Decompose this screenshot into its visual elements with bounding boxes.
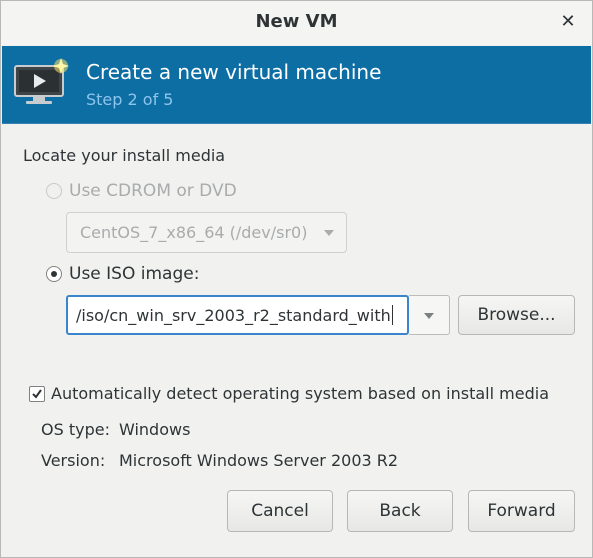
- cdrom-device-select[interactable]: CentOS_7_x86_64 (/dev/sr0): [66, 212, 347, 253]
- cdrom-option[interactable]: Use CDROM or DVD: [46, 181, 237, 201]
- window-title: New VM: [255, 11, 338, 32]
- os-version-value: Microsoft Windows Server 2003 R2: [119, 451, 399, 470]
- iso-history-dropdown-button[interactable]: [409, 295, 450, 335]
- cancel-button[interactable]: Cancel: [227, 490, 333, 532]
- cdrom-device-value: CentOS_7_x86_64 (/dev/sr0): [80, 223, 308, 242]
- cdrom-radio[interactable]: [46, 183, 62, 199]
- text-cursor: [391, 305, 393, 325]
- install-media-section-label: Locate your install media: [23, 146, 226, 165]
- wizard-title: Create a new virtual machine: [86, 60, 382, 84]
- iso-path-input[interactable]: /iso/cn_win_srv_2003_r2_standard_with: [66, 295, 409, 335]
- iso-option-label: Use ISO image:: [69, 264, 200, 284]
- title-bar: New VM ✕: [1, 1, 592, 45]
- os-type-value: Windows: [119, 420, 191, 439]
- chevron-down-icon: [424, 313, 434, 319]
- os-version-label: Version:: [41, 451, 106, 470]
- wizard-step-indicator: Step 2 of 5: [86, 90, 174, 109]
- iso-option[interactable]: Use ISO image:: [46, 264, 199, 284]
- iso-radio[interactable]: [46, 266, 62, 282]
- close-button[interactable]: ✕: [558, 12, 578, 32]
- auto-detect-os-checkbox[interactable]: [29, 385, 45, 402]
- new-vm-dialog: New VM ✕ Create a new virtual machine St…: [0, 0, 593, 558]
- chevron-down-icon: [324, 230, 334, 236]
- back-button[interactable]: Back: [347, 490, 453, 532]
- auto-detect-os-option[interactable]: Automatically detect operating system ba…: [29, 384, 549, 403]
- wizard-header-banner: Create a new virtual machine Step 2 of 5: [2, 46, 591, 124]
- iso-path-value: /iso/cn_win_srv_2003_r2_standard_with: [76, 305, 391, 325]
- monitor-new-vm-icon: [12, 56, 72, 110]
- auto-detect-os-label: Automatically detect operating system ba…: [51, 384, 549, 403]
- checkmark-icon: [32, 388, 42, 399]
- os-type-label: OS type:: [41, 420, 110, 439]
- cdrom-option-label: Use CDROM or DVD: [69, 181, 237, 201]
- forward-button[interactable]: Forward: [468, 490, 575, 532]
- browse-button[interactable]: Browse...: [458, 295, 575, 335]
